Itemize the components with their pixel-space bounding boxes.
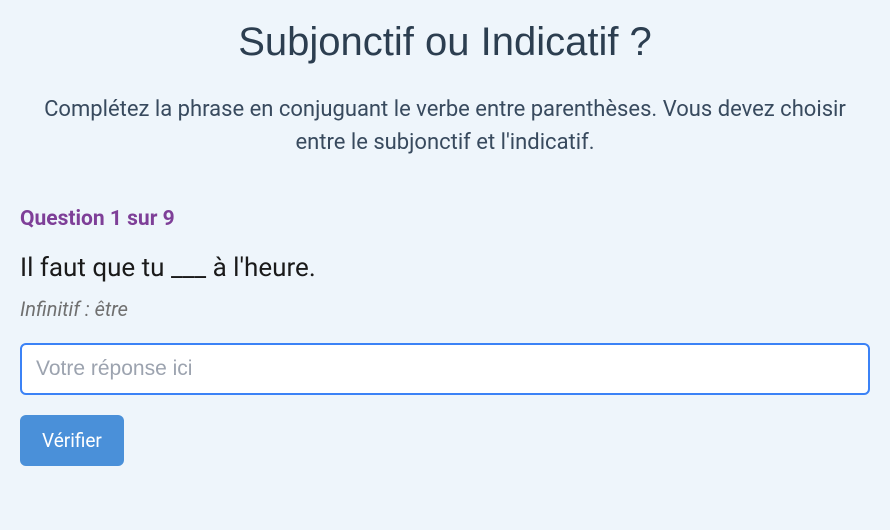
- verify-button[interactable]: Vérifier: [20, 415, 124, 466]
- page-title: Subjonctif ou Indicatif ?: [20, 20, 870, 65]
- instructions-text: Complétez la phrase en conjuguant le ver…: [20, 93, 870, 159]
- infinitive-hint: Infinitif : être: [20, 297, 870, 321]
- answer-input[interactable]: [20, 343, 870, 395]
- question-sentence: Il faut que tu ___ à l'heure.: [20, 253, 870, 283]
- question-counter: Question 1 sur 9: [20, 207, 870, 231]
